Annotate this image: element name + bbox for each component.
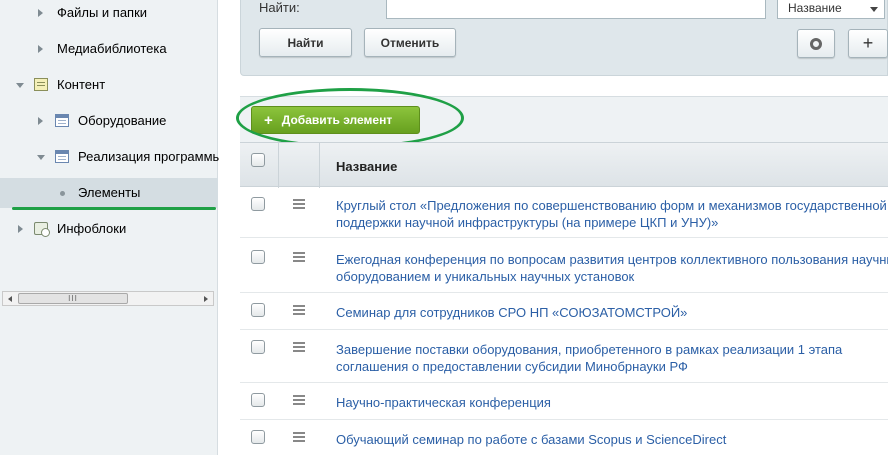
table-row[interactable]: Круглый стол «Предложения по совершенств… — [240, 188, 888, 238]
row-title-line: Завершение поставки оборудования, приобр… — [336, 342, 843, 357]
iblock-type-icon — [55, 114, 69, 127]
filter-panel: Найти: Название Найти Отменить + — [240, 0, 888, 76]
row-title-line: поддержки научной инфраструктуры (на при… — [336, 215, 719, 230]
sidebar-item-elements[interactable]: Элементы — [0, 178, 218, 208]
row-title-link[interactable]: Семинар для сотрудников СРО НП «СОЮЗАТОМ… — [336, 304, 888, 321]
find-label: Найти: — [259, 0, 300, 15]
collapse-arrow-icon[interactable] — [37, 155, 45, 160]
table-row[interactable]: Обучающий семинар по работе с базами Sco… — [240, 421, 888, 455]
sidebar-item-label: Оборудование — [78, 113, 167, 128]
column-divider — [278, 143, 279, 188]
row-title-link[interactable]: Завершение поставки оборудования, приобр… — [336, 341, 888, 375]
row-checkbox[interactable] — [251, 250, 265, 264]
sidebar-item-media[interactable]: Медиабиблиотека — [0, 35, 218, 63]
scrollbar-grip: III — [68, 294, 78, 303]
grid-header: Название — [240, 142, 888, 188]
field-select-value: Название — [788, 1, 842, 15]
expand-arrow-icon[interactable] — [38, 45, 43, 53]
row-title-line: Обучающий семинар по работе с базами Sco… — [336, 432, 727, 447]
row-title-line: Семинар для сотрудников СРО НП «СОЮЗАТОМ… — [336, 305, 688, 320]
sidebar-item-label: Элементы — [78, 185, 141, 200]
expand-arrow-icon[interactable] — [38, 9, 43, 17]
table-row[interactable]: Ежегодная конференция по вопросам развит… — [240, 239, 888, 293]
row-checkbox[interactable] — [251, 430, 265, 444]
sidebar-item-equipment[interactable]: Оборудование — [0, 107, 218, 135]
add-filter-button[interactable]: + — [848, 29, 888, 58]
sidebar-item-label: Медиабиблиотека — [57, 41, 167, 56]
arrow-left-icon — [8, 295, 12, 302]
sidebar: Файлы и папки Медиабиблиотека Контент Об… — [0, 0, 222, 455]
sidebar-item-label: Файлы и папки — [57, 5, 148, 20]
sidebar-item-iblocks[interactable]: Инфоблоки — [0, 215, 218, 243]
sidebar-item-content[interactable]: Контент — [0, 71, 218, 99]
table-row[interactable]: Завершение поставки оборудования, приобр… — [240, 331, 888, 383]
iblock-type-icon — [55, 150, 69, 163]
row-checkbox[interactable] — [251, 340, 265, 354]
scroll-left-button[interactable] — [3, 292, 17, 305]
row-title-link[interactable]: Обучающий семинар по работе с базами Sco… — [336, 431, 888, 448]
column-header-name[interactable]: Название — [336, 159, 397, 174]
bullet-icon — [60, 191, 65, 196]
sidebar-item-label: Инфоблоки — [57, 221, 127, 236]
chevron-down-icon — [870, 7, 878, 12]
sidebar-item-label: Реализация программы — [78, 149, 222, 164]
row-title-link[interactable]: Научно-практическая конференция — [336, 394, 888, 411]
sidebar-item-label: Контент — [57, 77, 106, 92]
row-menu-icon[interactable] — [293, 252, 305, 262]
filter-settings-button[interactable] — [797, 29, 835, 58]
collapse-arrow-icon[interactable] — [16, 83, 24, 88]
arrow-right-icon — [204, 295, 208, 302]
sidebar-item-files[interactable]: Файлы и папки — [0, 0, 218, 26]
row-title-line: Научно-практическая конференция — [336, 395, 551, 410]
content-icon — [34, 78, 48, 91]
row-menu-icon[interactable] — [293, 342, 305, 352]
iblock-settings-icon — [34, 222, 50, 237]
gear-icon — [810, 37, 822, 50]
expand-arrow-icon[interactable] — [38, 117, 43, 125]
row-title-link[interactable]: Ежегодная конференция по вопросам развит… — [336, 251, 888, 285]
row-menu-icon[interactable] — [293, 432, 305, 442]
main-area: Найти: Название Найти Отменить + + Добав… — [219, 0, 888, 455]
row-checkbox[interactable] — [251, 197, 265, 211]
row-title-line: оборудованием и уникальных научных устан… — [336, 269, 635, 284]
table-row[interactable]: Семинар для сотрудников СРО НП «СОЮЗАТОМ… — [240, 294, 888, 330]
scrollbar-thumb[interactable]: III — [18, 293, 128, 304]
sidebar-item-program[interactable]: Реализация программы — [0, 143, 222, 171]
select-all-checkbox[interactable] — [251, 153, 265, 167]
row-menu-icon[interactable] — [293, 305, 305, 315]
annotation-underline — [12, 207, 216, 210]
row-title-line: Круглый стол «Предложения по совершенств… — [336, 198, 887, 213]
row-title-line: Ежегодная конференция по вопросам развит… — [336, 252, 888, 267]
expand-arrow-icon[interactable] — [18, 225, 23, 233]
field-select[interactable]: Название — [777, 0, 885, 19]
row-checkbox[interactable] — [251, 303, 265, 317]
row-checkbox[interactable] — [251, 393, 265, 407]
find-input[interactable] — [386, 0, 766, 19]
table-row[interactable]: Научно-практическая конференция — [240, 384, 888, 420]
find-button[interactable]: Найти — [259, 28, 352, 57]
row-menu-icon[interactable] — [293, 199, 305, 209]
cancel-button[interactable]: Отменить — [364, 28, 456, 57]
row-menu-icon[interactable] — [293, 395, 305, 405]
row-title-line: соглашения о предоставлении субсидии Мин… — [336, 359, 688, 374]
scroll-right-button[interactable] — [199, 292, 213, 305]
sidebar-horizontal-scrollbar[interactable]: III — [2, 291, 214, 306]
row-title-link[interactable]: Круглый стол «Предложения по совершенств… — [336, 197, 888, 231]
column-divider — [319, 143, 320, 188]
annotation-ellipse — [236, 88, 464, 148]
